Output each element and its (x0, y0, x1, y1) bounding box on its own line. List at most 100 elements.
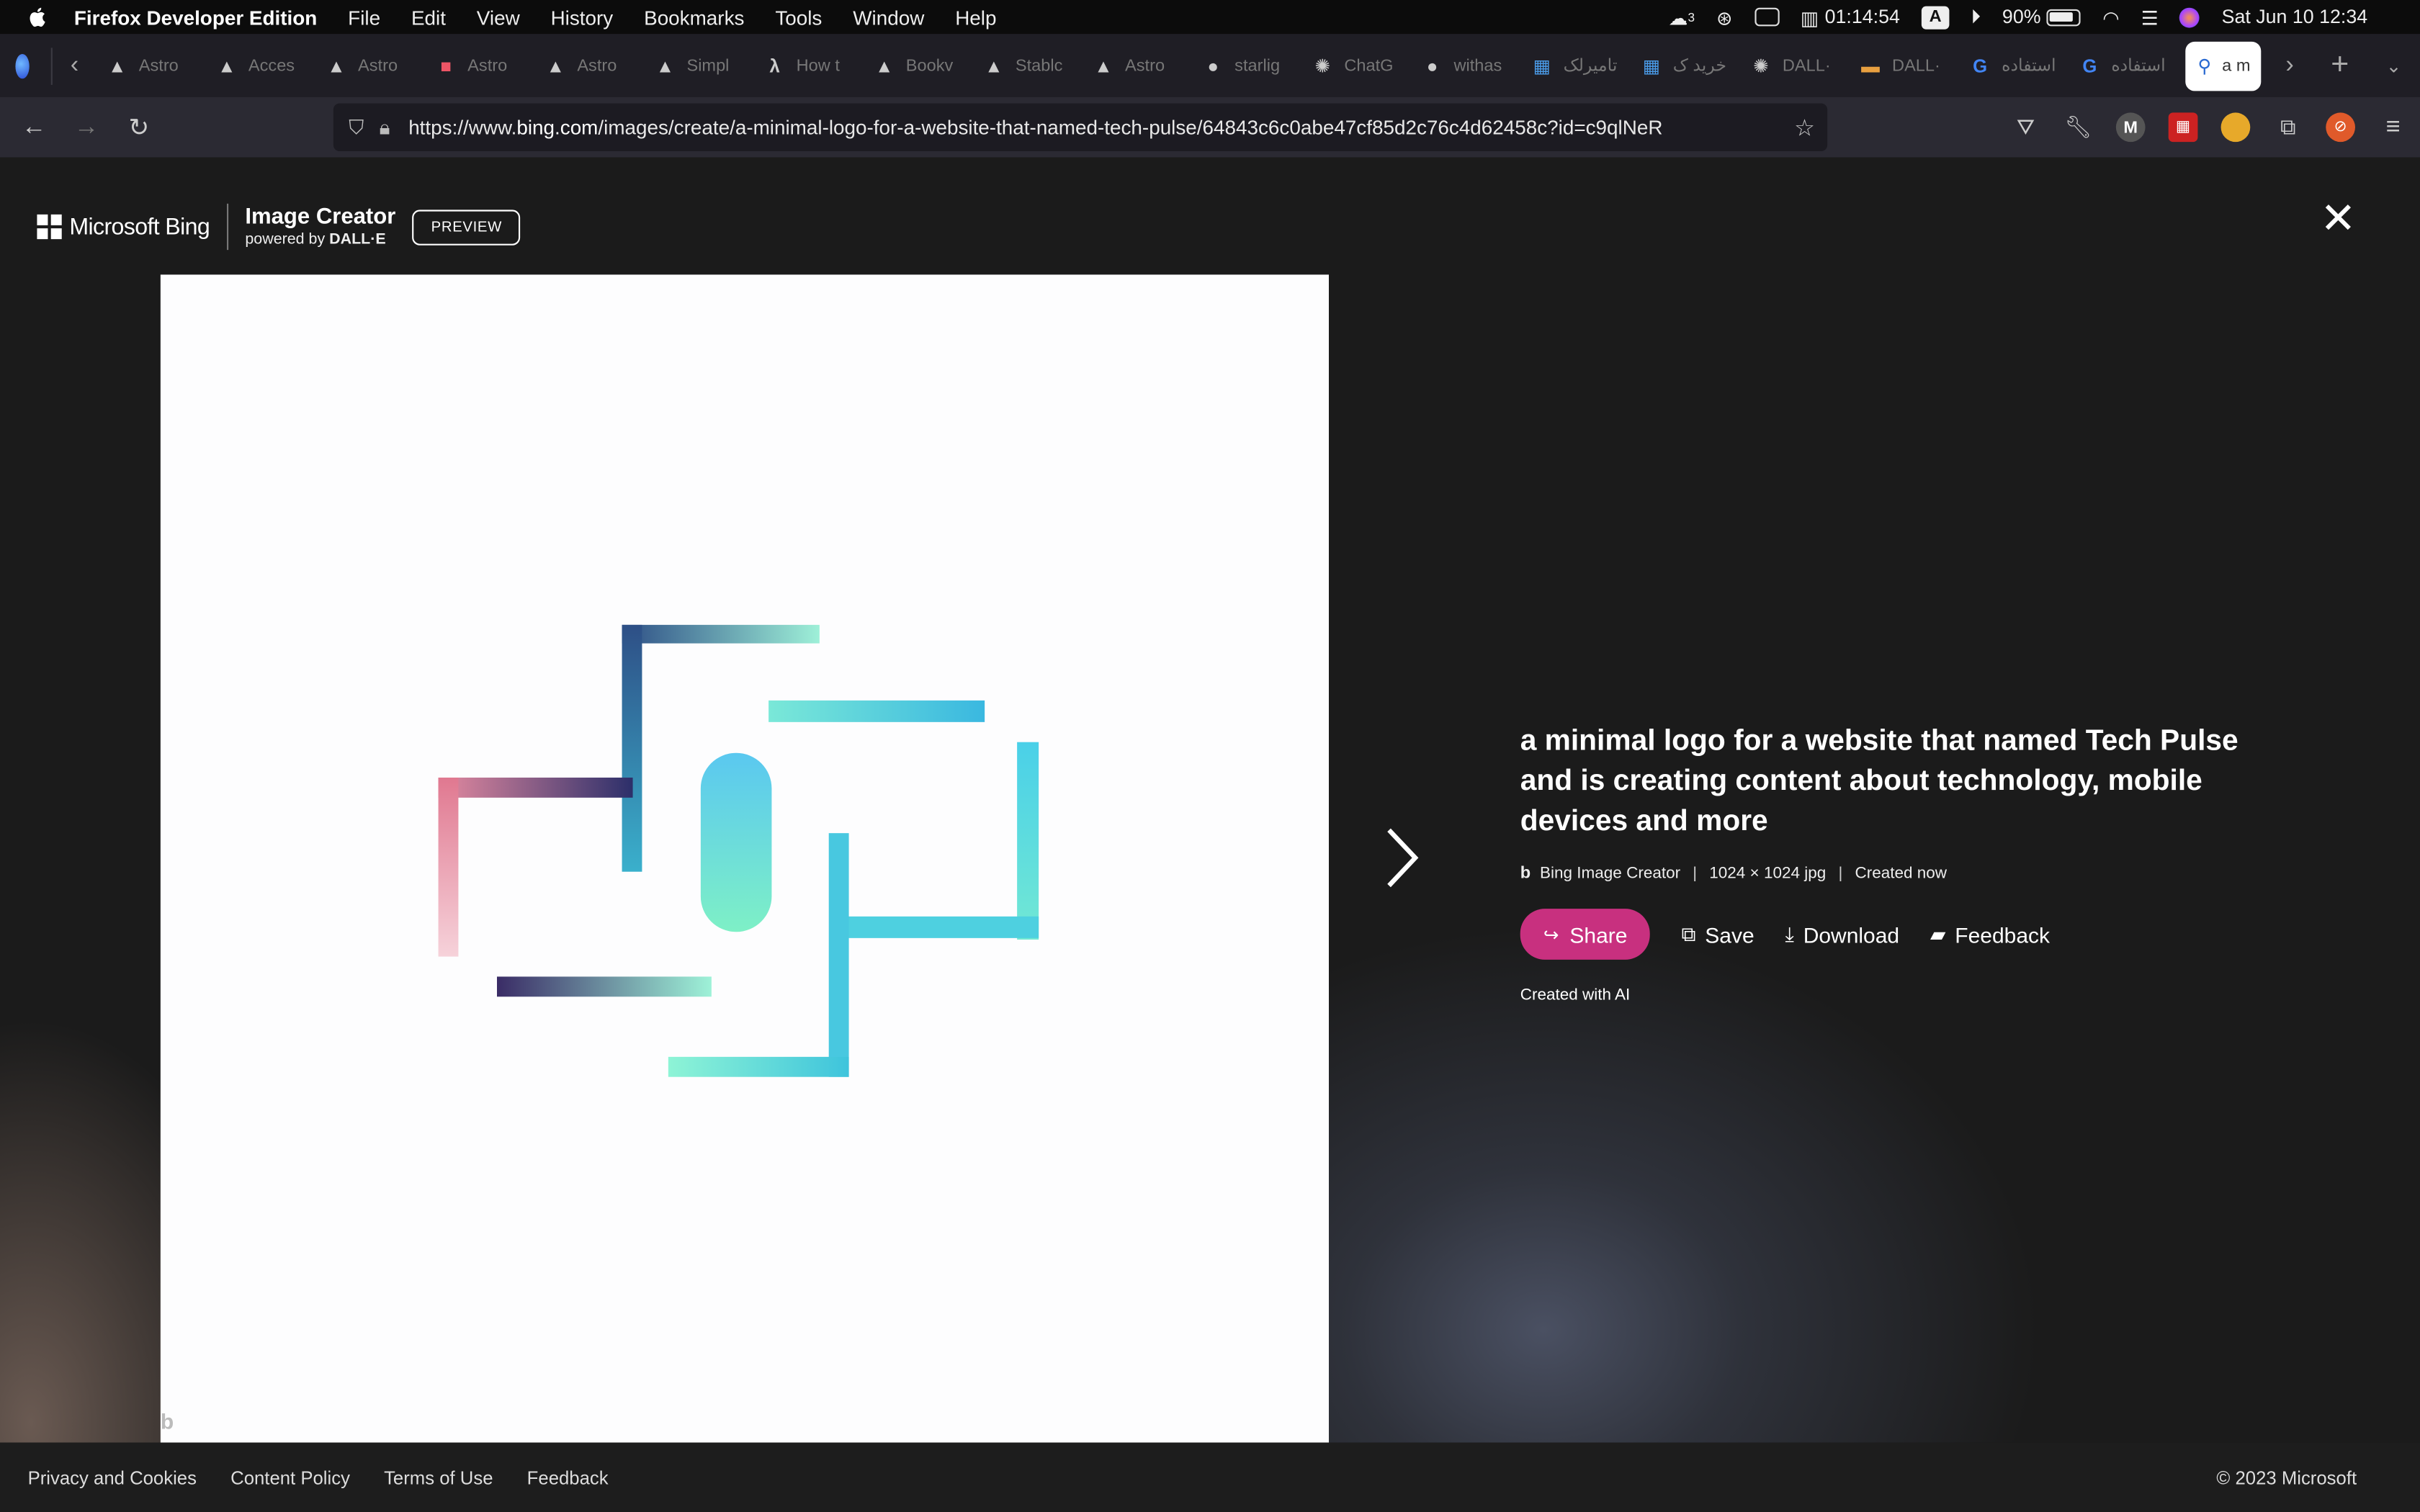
keyboard-input-indicator[interactable]: A (1921, 5, 1950, 29)
extension-yellow-icon[interactable] (2220, 112, 2251, 143)
preview-badge[interactable]: PREVIEW (412, 209, 521, 245)
extension-blocker-icon[interactable]: ⊘ (2326, 112, 2355, 143)
footer-link-feedback[interactable]: Feedback (527, 1467, 609, 1488)
tab-item[interactable]: ● starlig (1193, 34, 1302, 97)
tab-item[interactable]: ▲ Astro (97, 34, 207, 97)
pocket-icon[interactable]: ⛛ (2011, 112, 2040, 142)
bookmark-star-icon[interactable]: ☆ (1794, 114, 1815, 141)
url-bar[interactable]: ⛉ 🔒︎ https://www.bing.com/images/create/… (333, 103, 1828, 151)
clock-datetime[interactable]: Sat Jun 10 12:34 (2222, 6, 2368, 28)
extensions-puzzle-icon[interactable]: ⧉ (2273, 112, 2303, 142)
notification-count: 3 (1688, 9, 1695, 24)
generated-image[interactable]: b (160, 274, 1329, 1443)
wrench-icon[interactable]: 🔧︎ (2063, 112, 2093, 142)
tab-item[interactable]: G استفاده (1960, 34, 2069, 97)
tab-item[interactable]: ✺ ChatG (1302, 34, 1412, 97)
image-creator-title[interactable]: Image Creator powered by DALL·E (245, 205, 395, 248)
share-button[interactable]: ↪ Share (1520, 909, 1651, 960)
display-icon[interactable] (1754, 7, 1779, 27)
tab-label: a m (2222, 56, 2251, 75)
bing-header: Microsoft Bing Image Creator powered by … (37, 203, 521, 251)
forward-arrow-icon[interactable]: → (60, 114, 113, 142)
footer-link-privacy[interactable]: Privacy and Cookies (28, 1467, 197, 1488)
brand-name[interactable]: Microsoft Bing (69, 214, 210, 240)
footer-link-content-policy[interactable]: Content Policy (230, 1467, 350, 1488)
tab-item[interactable]: ▲ Astro (1083, 34, 1193, 97)
tab-item[interactable]: ▲ Acces (207, 34, 316, 97)
control-center-icon[interactable]: ☰ (2141, 6, 2159, 29)
feedback-speech-bubble-icon: ▰ (1930, 922, 1946, 945)
tab-label: تامیرلک (1563, 57, 1618, 76)
creative-cloud-icon[interactable]: ⊛ (1716, 6, 1732, 29)
lock-icon[interactable]: 🔒︎ (380, 115, 390, 140)
save-collection-icon: ⧉ (1681, 922, 1696, 945)
share-icon: ↪ (1543, 923, 1559, 945)
wifi-icon[interactable]: ◠ (2102, 6, 2119, 29)
url-text[interactable]: https://www.bing.com/images/create/a-min… (408, 116, 1767, 139)
tab-active-bing[interactable]: ⚲ a m ✕ (2185, 40, 2262, 91)
list-all-tabs-icon[interactable]: ⌄ (2367, 55, 2420, 76)
tab-item[interactable]: ▲ Astro (316, 34, 426, 97)
menu-help[interactable]: Help (955, 6, 996, 29)
tab-item[interactable]: ▲ Simpl (645, 34, 755, 97)
new-tab-icon[interactable]: + (2313, 48, 2367, 83)
microsoft-logo-icon[interactable] (37, 214, 62, 240)
download-button[interactable]: ⤓ Download (1785, 922, 1900, 946)
image-meta: b Bing Image Creator | 1024 × 1024 jpg |… (1520, 864, 2262, 883)
tab-label: Astro (358, 56, 398, 75)
reload-icon[interactable]: ↻ (112, 112, 165, 143)
shield-icon[interactable]: ⛉ (349, 115, 364, 140)
tab-label: Astro (1125, 56, 1165, 75)
download-label: Download (1803, 922, 1900, 947)
tab-item[interactable]: ▬ DALL· (1850, 34, 1960, 97)
menu-file[interactable]: File (348, 6, 380, 29)
tab-item[interactable]: ▲ Stablc (974, 34, 1083, 97)
footer-link-terms[interactable]: Terms of Use (384, 1467, 493, 1488)
github-icon: ● (1426, 55, 1438, 77)
tab-item[interactable]: ▦ خرید ک (1631, 34, 1741, 97)
tab-item[interactable]: ● withas (1412, 34, 1522, 97)
account-m-icon[interactable]: M (2115, 112, 2146, 143)
tab-item[interactable]: ■ Astro (426, 34, 535, 97)
tab-scroll-right-icon[interactable]: › (2267, 52, 2313, 80)
tab-item[interactable]: ✺ DALL· (1741, 34, 1850, 97)
menu-edit[interactable]: Edit (411, 6, 446, 29)
menu-bookmarks[interactable]: Bookmarks (644, 6, 744, 29)
tab-item[interactable]: ▦ تامیرلک (1522, 34, 1631, 97)
tab-item[interactable]: ▲ Astro (535, 34, 645, 97)
tab-label: Astro (138, 56, 179, 75)
prompt-text: a minimal logo for a website that named … (1520, 725, 2238, 838)
image-created-time: Created now (1855, 864, 1948, 883)
timer-status[interactable]: ▥ 01:14:54 (1801, 6, 1900, 29)
close-icon[interactable]: ✕ (2318, 197, 2359, 240)
menu-tools[interactable]: Tools (775, 6, 822, 29)
tab-item[interactable]: G استفاده (2069, 34, 2179, 97)
save-button[interactable]: ⧉ Save (1681, 922, 1754, 946)
astro-icon: ▲ (875, 55, 894, 77)
tab-label: Acces (248, 56, 295, 75)
google-icon: G (2082, 55, 2097, 77)
battery-status[interactable]: 90% (2002, 6, 2081, 28)
lambda-icon: λ (769, 55, 780, 77)
firefox-icon[interactable] (15, 53, 30, 78)
tech-pulse-logo-image (438, 624, 1039, 1077)
tab-item[interactable]: λ How t (755, 34, 864, 97)
next-image-arrow-icon[interactable] (1379, 824, 1425, 891)
menu-history[interactable]: History (551, 6, 614, 29)
tab-label: withas (1453, 56, 1502, 75)
tab-label: DALL· (1782, 56, 1831, 75)
tab-scroll-left-icon[interactable]: ‹ (52, 52, 97, 80)
siri-icon[interactable] (2179, 6, 2200, 27)
tab-item[interactable]: ▲ Bookv (864, 34, 974, 97)
feedback-button[interactable]: ▰ Feedback (1930, 922, 2050, 946)
play-icon[interactable]: ⏵ (1971, 6, 1980, 29)
apple-icon[interactable] (28, 6, 50, 28)
menu-window[interactable]: Window (853, 6, 924, 29)
back-arrow-icon[interactable]: ← (8, 114, 60, 142)
menu-view[interactable]: View (477, 6, 520, 29)
hamburger-menu-icon[interactable]: ≡ (2378, 112, 2408, 142)
cloud-sync-icon[interactable]: ☁ 3 (1669, 6, 1695, 29)
pink-square-icon: ■ (440, 55, 452, 77)
extension-red-icon[interactable]: ▦ (2168, 112, 2198, 143)
menu-app-name[interactable]: Firefox Developer Edition (74, 6, 317, 29)
